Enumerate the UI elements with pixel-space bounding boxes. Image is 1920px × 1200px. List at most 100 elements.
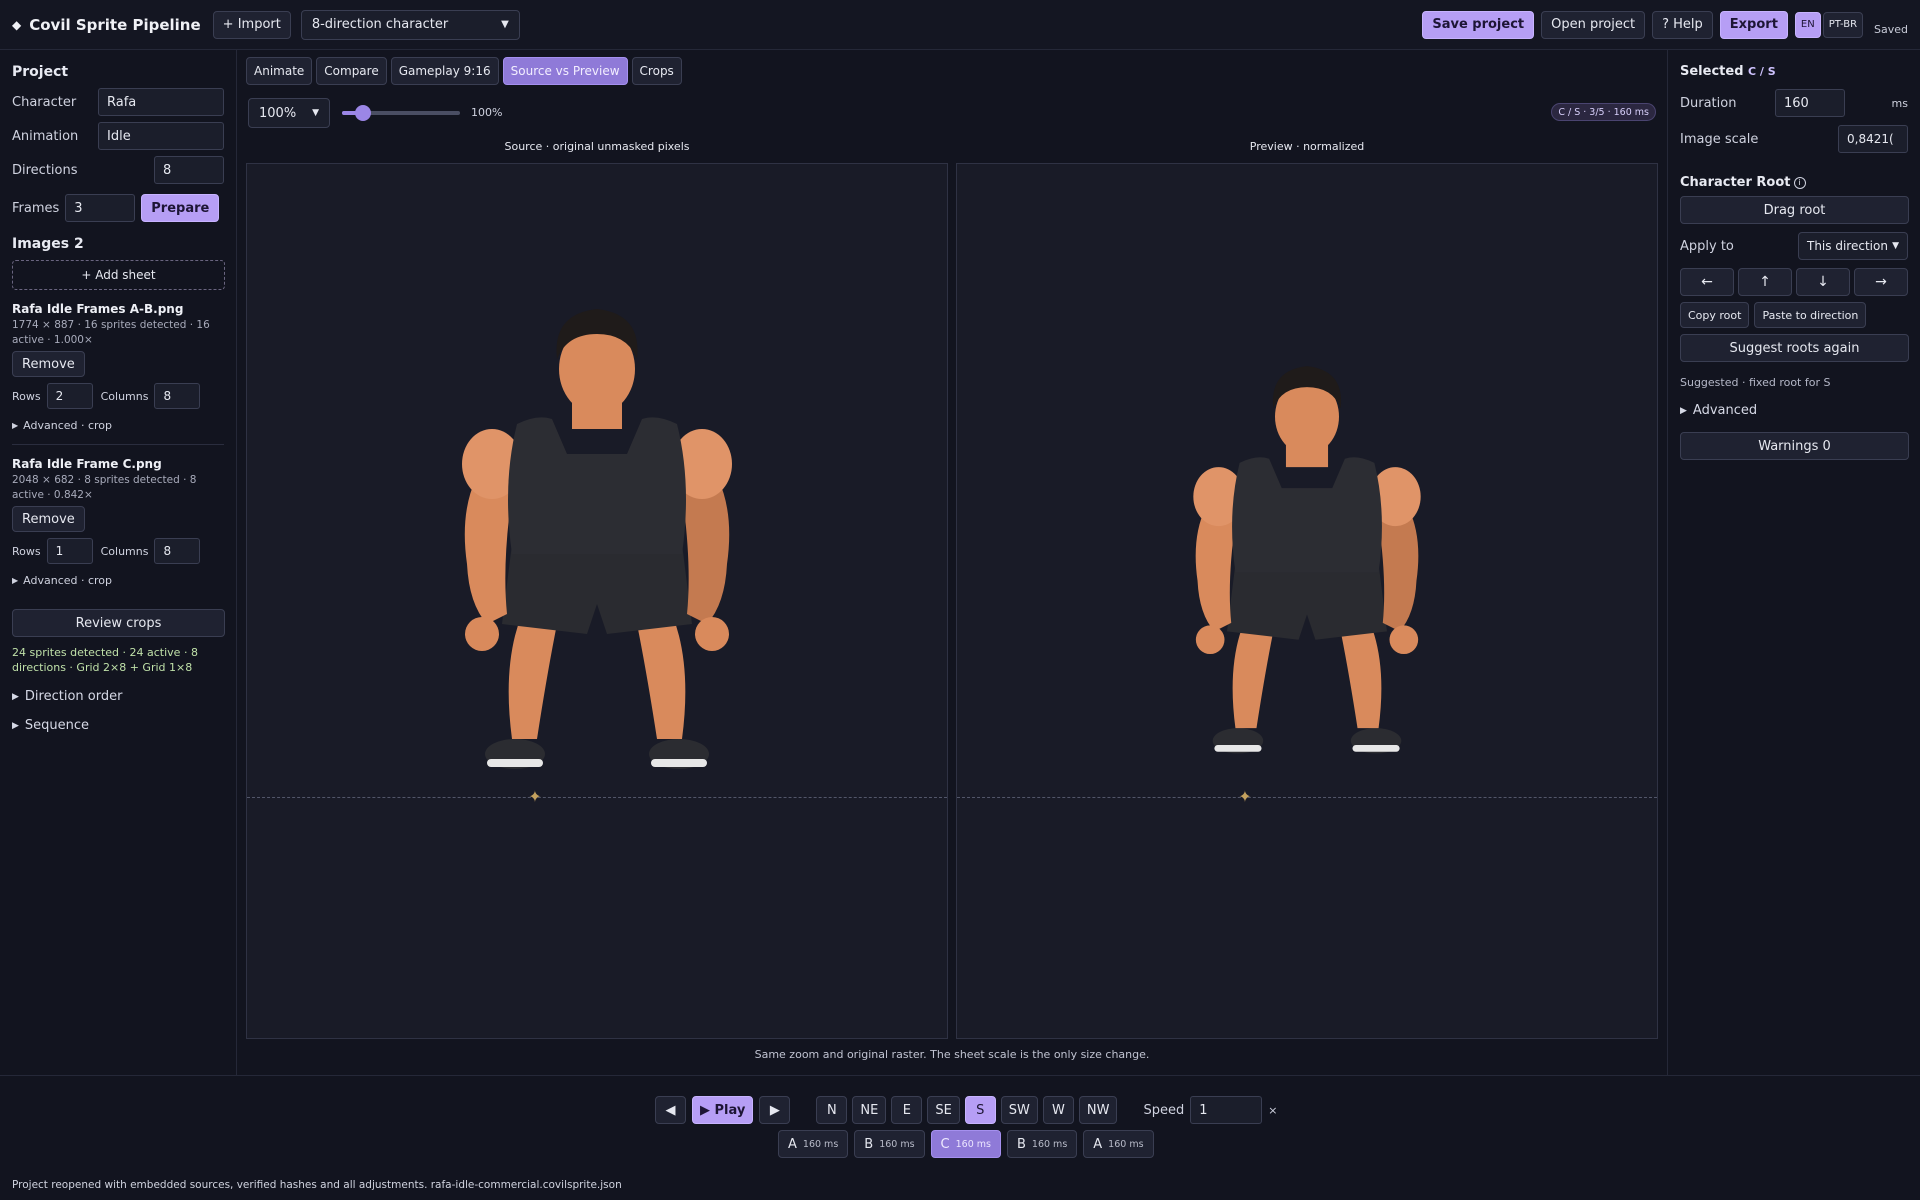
info-icon[interactable]: i	[1793, 177, 1806, 189]
suggested-root-note: Suggested · fixed root for S	[1680, 376, 1831, 389]
frame-letter: B	[1016, 1136, 1026, 1152]
direction-ne-button[interactable]: NE	[852, 1096, 887, 1124]
character-row: Character Rafa	[12, 88, 224, 116]
tab-compare[interactable]: Compare	[316, 57, 387, 85]
frame-duration: 160 ms	[802, 1138, 839, 1150]
advanced-toggle[interactable]: ▶ Advanced	[1680, 403, 1908, 418]
nudge-down-button[interactable]: ↓	[1796, 268, 1850, 296]
prepare-button[interactable]: Prepare	[141, 194, 220, 222]
direction-sw-button[interactable]: SW	[1000, 1096, 1038, 1124]
direction-order-toggle[interactable]: ▶ Direction order	[12, 689, 224, 704]
direction-nw-button[interactable]: NW	[1078, 1096, 1118, 1124]
root-marker-icon[interactable]: ✦	[1237, 789, 1253, 805]
frames-input[interactable]: 3	[65, 194, 136, 222]
duration-input[interactable]: 160	[1775, 89, 1845, 117]
direction-e-button[interactable]: E	[891, 1096, 923, 1124]
root-marker-icon[interactable]: ✦	[527, 789, 543, 805]
frame-duration: 160 ms	[879, 1138, 915, 1150]
sequence-toggle[interactable]: ▶ Sequence	[12, 718, 224, 733]
suggest-roots-button[interactable]: Suggest roots again	[1680, 334, 1909, 362]
source-panel-title: Source · original unmasked pixels	[504, 140, 690, 153]
triangle-right-icon: ▶	[12, 421, 19, 430]
help-button[interactable]: ? Help	[1652, 10, 1713, 39]
frame-a-button[interactable]: A 160 ms	[1083, 1130, 1154, 1158]
compare-caption: Same zoom and original raster. The sheet…	[754, 1048, 1150, 1061]
mode-select[interactable]: 8-direction character ▼	[300, 9, 520, 40]
zoom-slider-handle[interactable]	[354, 105, 371, 121]
top-bar: ◆ Covil Sprite Pipeline + Import 8-direc…	[0, 0, 1920, 50]
tab-animate[interactable]: Animate	[246, 57, 313, 85]
open-project-button[interactable]: Open project	[1541, 10, 1646, 39]
advanced-crop-toggle[interactable]: ▶ Advanced · crop	[12, 574, 224, 587]
remove-sheet-button[interactable]: Remove	[12, 506, 85, 532]
zoom-value: 100%	[471, 106, 503, 119]
sheet-card: Rafa Idle Frame C.png 2048 × 682 · 8 spr…	[12, 457, 224, 587]
tab-gameplay[interactable]: Gameplay 9:16	[390, 57, 499, 85]
columns-input[interactable]: 8	[154, 538, 201, 564]
lang-en-button[interactable]: EN	[1794, 11, 1821, 38]
frame-c-button[interactable]: C 160 ms	[930, 1130, 1001, 1158]
apply-to-select[interactable]: This direction ▼	[1798, 232, 1908, 260]
image-scale-input[interactable]: 0,8421(	[1838, 125, 1908, 153]
speed-input[interactable]: 1	[1190, 1096, 1263, 1124]
copy-root-button[interactable]: Copy root	[1680, 302, 1750, 328]
character-root-heading: Character Root i	[1680, 175, 1908, 190]
lang-ptbr-button[interactable]: PT-BR	[1822, 11, 1864, 38]
review-crops-button[interactable]: Review crops	[12, 609, 225, 637]
directions-input[interactable]: 8	[154, 156, 224, 184]
playback-controls: ◀ ▶ Play ▶ N NE E SE S SW W NW Speed 1 ×	[655, 1096, 1277, 1124]
direction-s-button[interactable]: S	[964, 1096, 996, 1124]
nudge-right-button[interactable]: →	[1854, 268, 1908, 296]
nudge-up-button[interactable]: ↑	[1738, 268, 1792, 296]
direction-se-button[interactable]: SE	[927, 1096, 960, 1124]
direction-w-button[interactable]: W	[1042, 1096, 1074, 1124]
speed-label: Speed	[1143, 1102, 1185, 1118]
rows-input[interactable]: 2	[46, 383, 93, 409]
frame-b-button[interactable]: B 160 ms	[854, 1130, 925, 1158]
rows-input[interactable]: 1	[46, 538, 93, 564]
preview-view[interactable]: ✦	[956, 163, 1658, 1039]
sheet-name: Rafa Idle Frames A-B.png	[12, 302, 184, 316]
sequence-label: Sequence	[24, 718, 90, 733]
next-frame-button[interactable]: ▶	[759, 1096, 791, 1124]
frame-letter: A	[788, 1136, 797, 1152]
chevron-down-icon: ▼	[1892, 241, 1899, 251]
drag-root-button[interactable]: Drag root	[1680, 196, 1909, 224]
grid-row: Rows 1 Columns 8	[12, 538, 224, 564]
warnings-button[interactable]: Warnings 0	[1680, 432, 1909, 460]
sheet-card: Rafa Idle Frames A-B.png 1774 × 887 · 16…	[12, 302, 224, 432]
zoom-select-value: 100%	[259, 105, 297, 121]
import-button[interactable]: + Import	[212, 10, 291, 39]
images-heading: Images 2	[12, 236, 84, 252]
divider	[12, 444, 224, 445]
advanced-crop-toggle[interactable]: ▶ Advanced · crop	[12, 419, 224, 432]
status-bar: Project reopened with embedded sources, …	[0, 1175, 1920, 1200]
root-clipboard-row: Copy root Paste to direction	[1680, 302, 1908, 328]
animation-input[interactable]: Idle	[98, 122, 224, 150]
remove-sheet-button[interactable]: Remove	[12, 351, 85, 377]
direction-buttons: N NE E SE S SW W NW	[816, 1096, 1118, 1124]
paste-to-direction-button[interactable]: Paste to direction	[1754, 302, 1867, 328]
columns-label: Columns	[100, 544, 149, 558]
duration-unit: ms	[1891, 96, 1908, 110]
character-input[interactable]: Rafa	[98, 88, 224, 116]
nudge-left-button[interactable]: ←	[1680, 268, 1734, 296]
direction-n-button[interactable]: N	[816, 1096, 848, 1124]
view-tabs: Animate Compare Gameplay 9:16 Source vs …	[246, 57, 682, 85]
play-button[interactable]: ▶ Play	[692, 1096, 754, 1124]
rows-label: Rows	[12, 544, 41, 558]
source-view[interactable]: ✦	[246, 163, 948, 1039]
frame-a-button[interactable]: A 160 ms	[778, 1130, 849, 1158]
add-sheet-button[interactable]: + Add sheet	[12, 260, 225, 290]
nudge-buttons: ← ↑ ↓ →	[1680, 268, 1908, 296]
export-button[interactable]: Export	[1719, 10, 1788, 39]
zoom-select[interactable]: 100% ▼	[248, 98, 330, 128]
tab-crops[interactable]: Crops	[631, 57, 682, 85]
center-workspace: Animate Compare Gameplay 9:16 Source vs …	[238, 50, 1666, 1075]
save-project-button[interactable]: Save project	[1422, 10, 1535, 39]
previous-frame-button[interactable]: ◀	[655, 1096, 686, 1124]
tab-source-vs-preview[interactable]: Source vs Preview	[502, 57, 628, 85]
frame-b-button[interactable]: B 160 ms	[1006, 1130, 1078, 1158]
zoom-slider[interactable]	[342, 105, 460, 121]
columns-input[interactable]: 8	[154, 383, 201, 409]
